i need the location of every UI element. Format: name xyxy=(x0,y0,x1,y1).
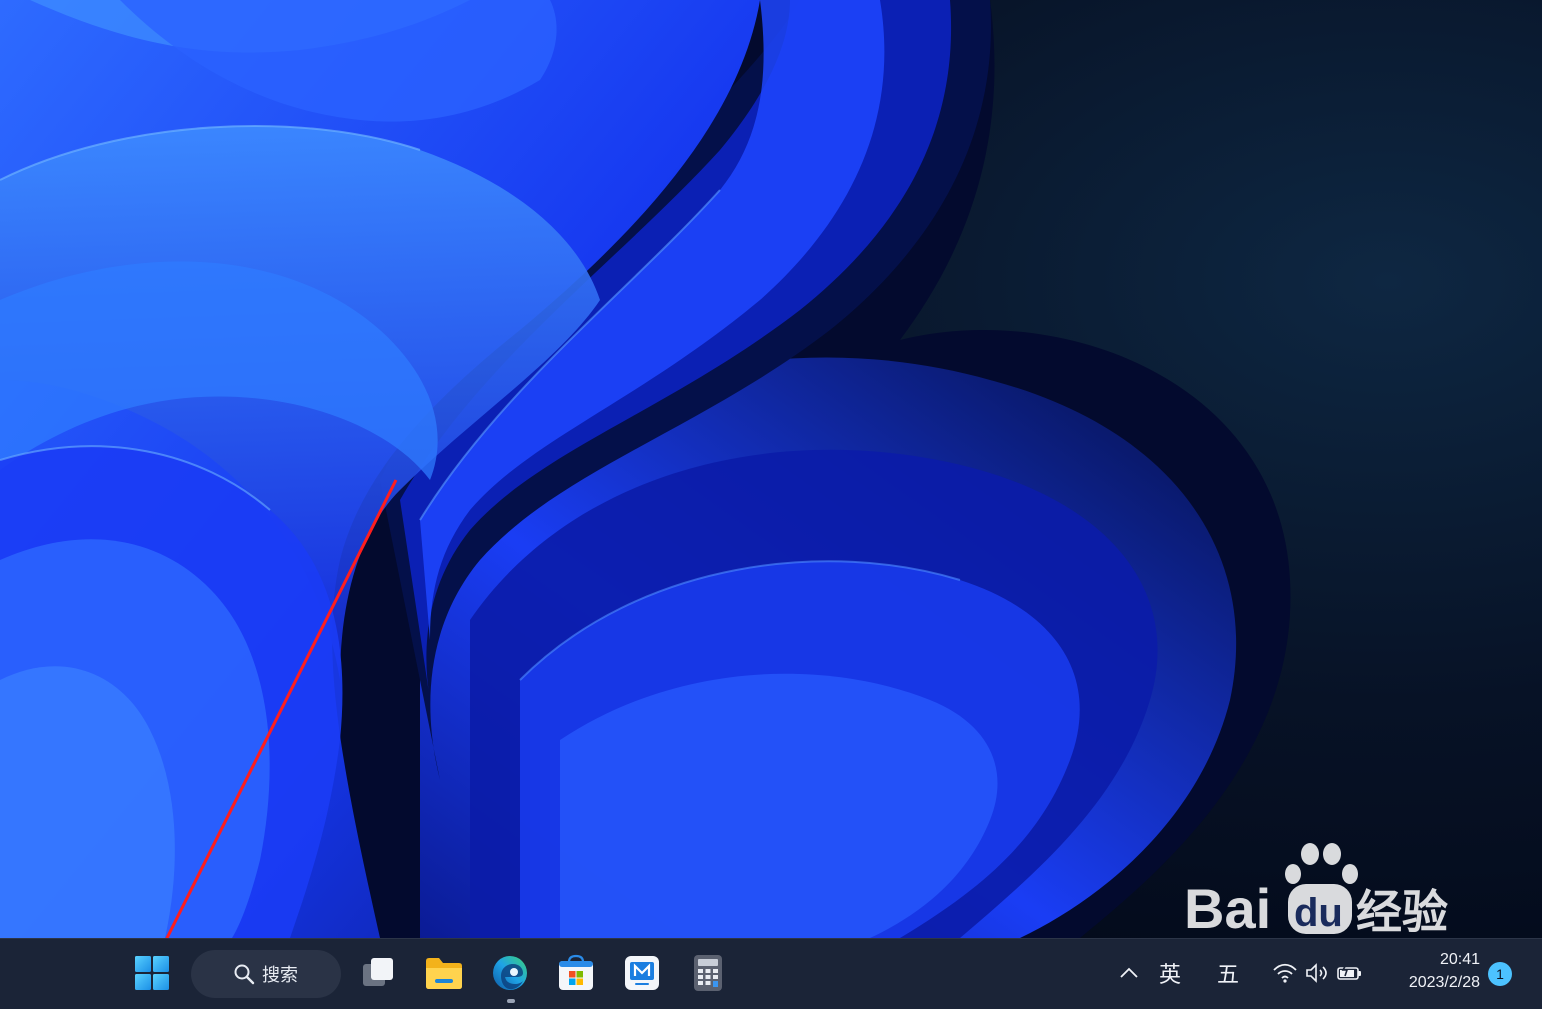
ime-mode-indicator[interactable]: 五 xyxy=(1210,949,1246,997)
store-bag-icon xyxy=(559,954,593,990)
calculator-button[interactable] xyxy=(684,949,732,997)
task-view-icon xyxy=(363,958,393,986)
search-icon xyxy=(234,964,255,985)
taskbar: 搜索 英 五 20:41 2023/2/28 1 xyxy=(0,938,1542,1009)
notification-badge[interactable]: 1 xyxy=(1488,962,1512,986)
clock-time: 20:41 xyxy=(1439,951,1480,968)
quick-settings-button[interactable] xyxy=(1268,949,1368,997)
system-clock[interactable]: 20:41 2023/2/28 xyxy=(1388,945,1480,1001)
wifi-icon xyxy=(1273,963,1297,983)
edge-button[interactable] xyxy=(486,949,534,997)
folder-icon xyxy=(426,958,462,989)
clock-date: 2023/2/28 xyxy=(1408,974,1480,991)
windows-logo-icon xyxy=(135,956,169,990)
task-view-button[interactable] xyxy=(354,949,402,997)
file-explorer-button[interactable] xyxy=(420,949,468,997)
battery-charging-icon xyxy=(1337,962,1361,980)
chevron-up-icon xyxy=(1120,967,1138,978)
edge-browser-icon xyxy=(493,956,527,990)
edge-running-indicator xyxy=(507,999,515,1003)
calculator-icon xyxy=(694,955,722,991)
tray-overflow-button[interactable] xyxy=(1114,949,1144,997)
input-language-indicator[interactable]: 英 xyxy=(1152,949,1188,997)
search-label: 搜索 xyxy=(262,965,298,986)
microsoft-store-button[interactable] xyxy=(552,949,600,997)
taskbar-search[interactable]: 搜索 xyxy=(191,950,341,998)
remote-app-button[interactable] xyxy=(618,949,666,997)
remote-connection-icon xyxy=(625,956,659,990)
speaker-icon xyxy=(1306,963,1327,983)
desktop-wallpaper xyxy=(0,0,1542,938)
start-button[interactable] xyxy=(128,949,176,997)
